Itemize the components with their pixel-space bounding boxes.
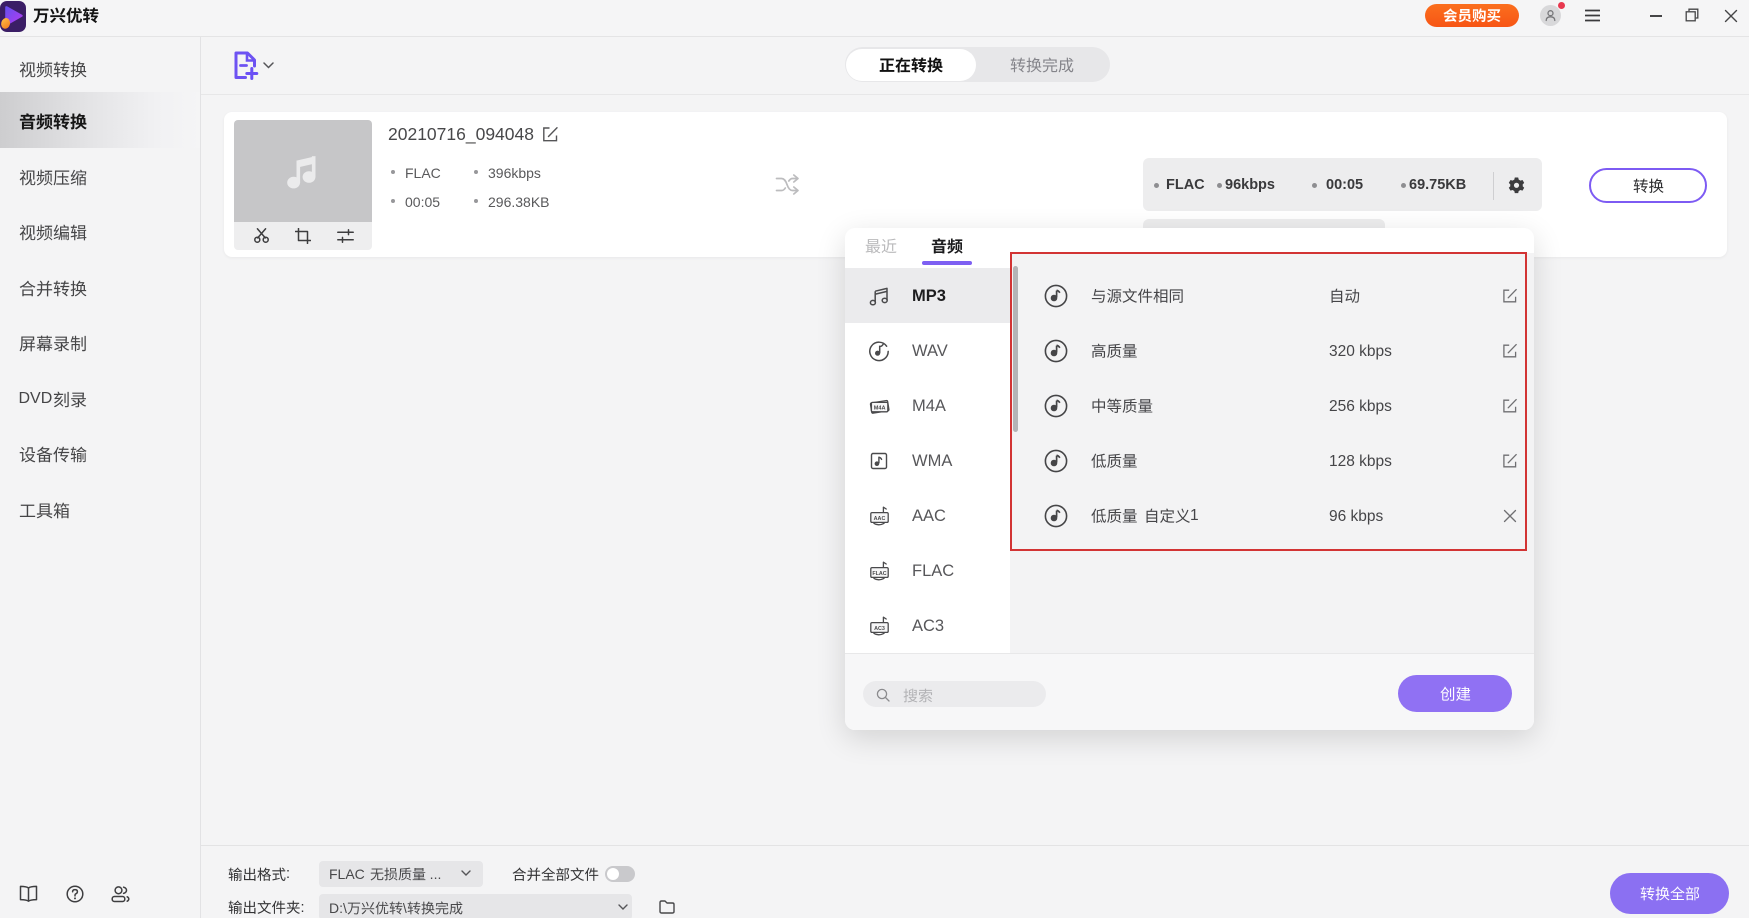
svg-text:M4A: M4A xyxy=(874,405,886,411)
svg-text:AC3: AC3 xyxy=(874,625,885,631)
svg-text:FLAC: FLAC xyxy=(872,570,886,576)
svg-text:AAC: AAC xyxy=(874,515,886,521)
